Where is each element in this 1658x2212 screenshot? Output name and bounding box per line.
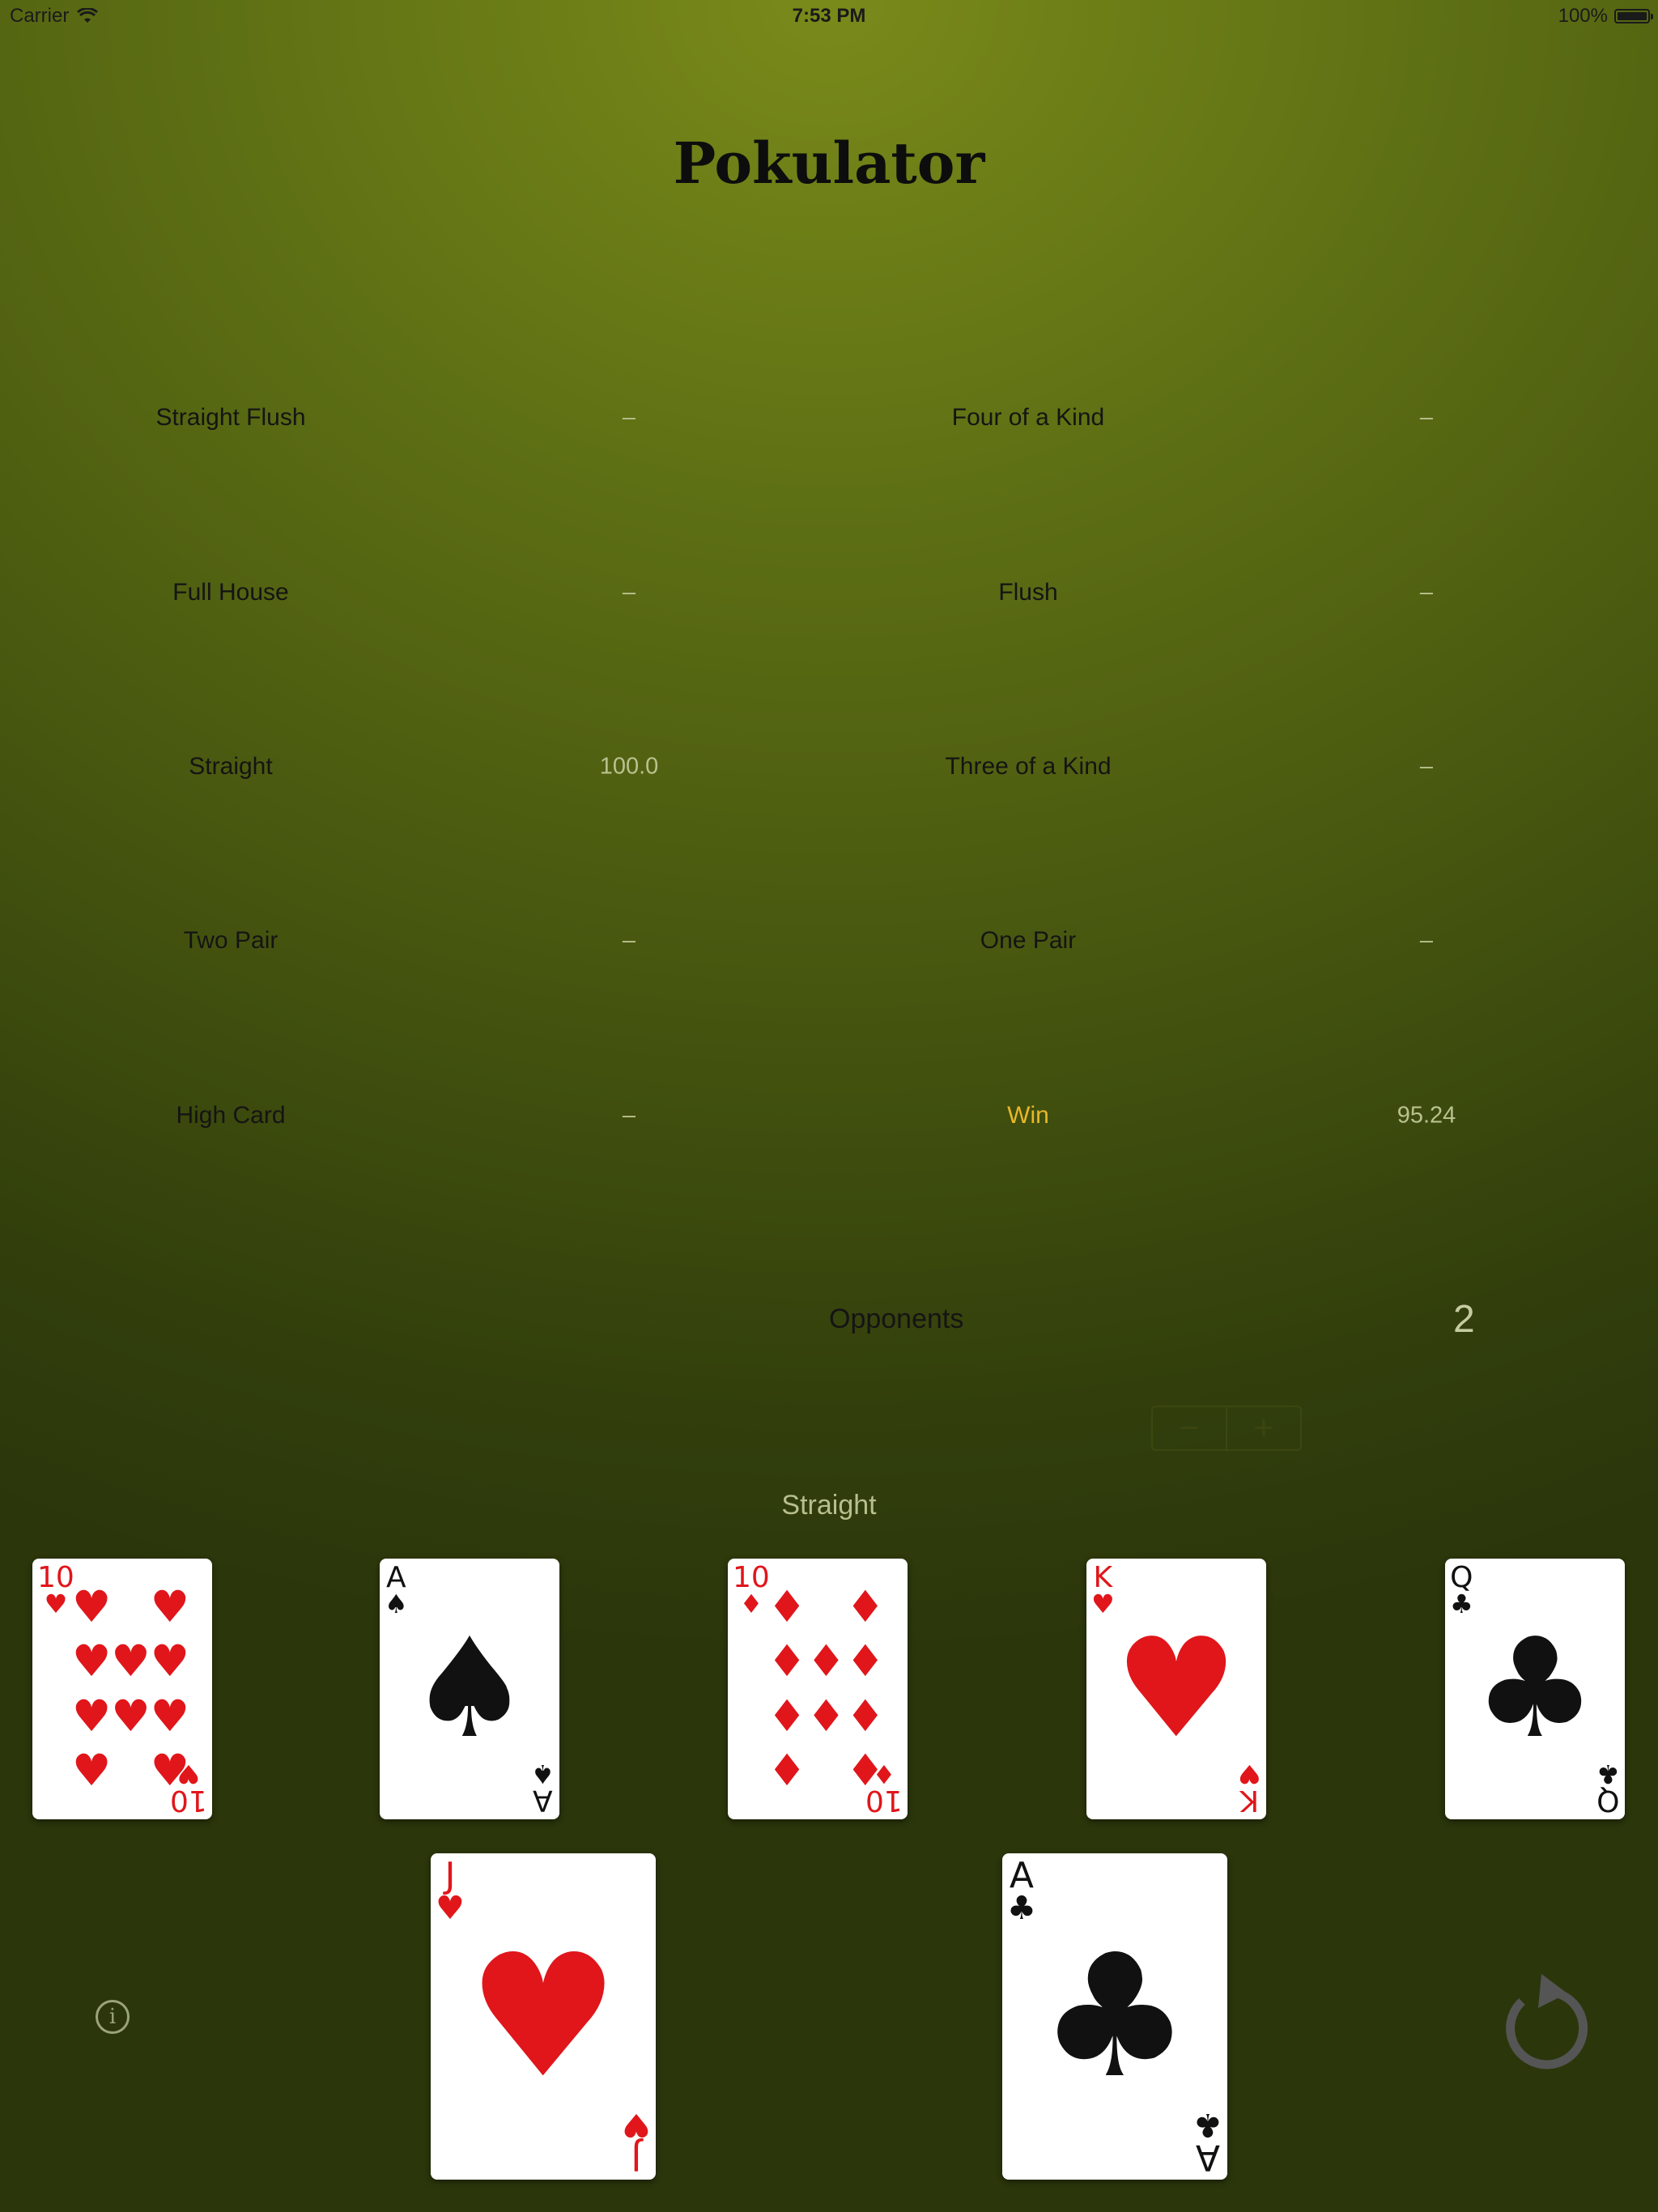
heart-icon: ♥: [466, 1916, 620, 2116]
decrement-button[interactable]: −: [1153, 1407, 1226, 1449]
heart-icon: ♥: [44, 1589, 68, 1619]
info-icon[interactable]: i: [96, 2000, 130, 2034]
label-four-of-a-kind: Four of a Kind: [951, 404, 1105, 431]
value-full-house: –: [622, 579, 636, 606]
card-pips: ♥ ♥ ♥ ♥ ♥ ♥ ♥ ♥ ♥ ♥: [71, 1580, 190, 1797]
value-win: 95.24: [1397, 1102, 1456, 1129]
club-icon: ♣: [1473, 1609, 1597, 1769]
club-icon: ♣: [1007, 1890, 1036, 1927]
label-high-card: High Card: [176, 1102, 286, 1129]
board-card-2[interactable]: A ♠ ♠ A ♠: [380, 1559, 559, 1819]
heart-icon: ♥: [622, 2106, 651, 2143]
increment-button[interactable]: +: [1226, 1407, 1300, 1449]
opponents-count: 2: [1453, 1298, 1475, 1341]
board-card-5[interactable]: Q ♣ ♣ Q ♣: [1445, 1559, 1625, 1819]
card-rank: 10: [865, 1784, 903, 1817]
card-rank: K: [1239, 1784, 1260, 1817]
spade-icon: ♠: [531, 1759, 555, 1789]
card-rank: 10: [170, 1784, 207, 1817]
value-one-pair: –: [1419, 927, 1434, 954]
label-straight: Straight: [189, 753, 273, 780]
value-two-pair: –: [622, 927, 636, 954]
heart-icon: ♥: [176, 1759, 201, 1789]
value-four-of-a-kind: –: [1419, 404, 1434, 431]
card-rank: Q: [1596, 1784, 1620, 1817]
value-flush: –: [1419, 579, 1434, 606]
reset-icon[interactable]: [1490, 1969, 1595, 2074]
card-rank: J: [444, 1855, 456, 1896]
club-icon: ♣: [1450, 1589, 1473, 1619]
value-straight-flush: –: [622, 404, 636, 431]
current-hand-label: Straight: [781, 1490, 877, 1521]
opponents-stepper[interactable]: − +: [1151, 1406, 1302, 1451]
card-pips: ♦ ♦ ♦ ♦ ♦ ♦ ♦ ♦ ♦ ♦: [767, 1580, 886, 1797]
club-icon: ♣: [1193, 2106, 1222, 2143]
board-card-1[interactable]: 10 ♥ ♥ ♥ ♥ ♥ ♥ ♥ ♥ ♥ ♥ ♥ 10 ♥: [32, 1559, 212, 1819]
hole-card-1[interactable]: J ♥ ♥ J ♥: [431, 1853, 656, 2180]
board-card-4[interactable]: K ♥ ♥ K ♥: [1086, 1559, 1266, 1819]
status-battery: 100%: [1558, 5, 1653, 28]
label-flush: Flush: [998, 579, 1058, 606]
status-time: 7:53 PM: [792, 5, 866, 27]
label-two-pair: Two Pair: [183, 927, 278, 954]
battery-percent: 100%: [1558, 5, 1608, 27]
heart-icon: ♥: [436, 1890, 465, 1927]
opponents-label: Opponents: [829, 1304, 964, 1334]
heart-icon: ♥: [1091, 1589, 1115, 1619]
board-card-3[interactable]: 10 ♦ ♦ ♦ ♦ ♦ ♦ ♦ ♦ ♦ ♦ ♦ 10 ♦: [728, 1559, 908, 1819]
app-title: Pokulator: [673, 130, 985, 197]
label-win: Win: [1007, 1102, 1049, 1129]
card-rank: J: [631, 2137, 642, 2178]
club-icon: ♣: [1596, 1759, 1620, 1789]
spade-icon: ♠: [385, 1589, 408, 1619]
battery-icon: [1614, 9, 1653, 23]
label-three-of-a-kind: Three of a Kind: [945, 753, 1112, 780]
card-rank: A: [533, 1784, 553, 1817]
label-full-house: Full House: [172, 579, 289, 606]
diamond-icon: ♦: [739, 1589, 763, 1619]
value-three-of-a-kind: –: [1419, 753, 1434, 780]
card-rank: A: [1009, 1855, 1034, 1896]
spade-icon: ♠: [407, 1609, 532, 1769]
hole-card-2[interactable]: A ♣ ♣ A ♣: [1002, 1853, 1227, 2180]
diamond-icon: ♦: [872, 1759, 896, 1789]
heart-icon: ♥: [1114, 1609, 1239, 1769]
label-straight-flush: Straight Flush: [155, 404, 306, 431]
label-one-pair: One Pair: [980, 927, 1077, 954]
value-straight: 100.0: [599, 753, 659, 780]
card-rank: A: [1196, 2137, 1221, 2178]
value-high-card: –: [622, 1102, 636, 1129]
club-icon: ♣: [1038, 1916, 1192, 2116]
heart-icon: ♥: [1238, 1759, 1261, 1789]
